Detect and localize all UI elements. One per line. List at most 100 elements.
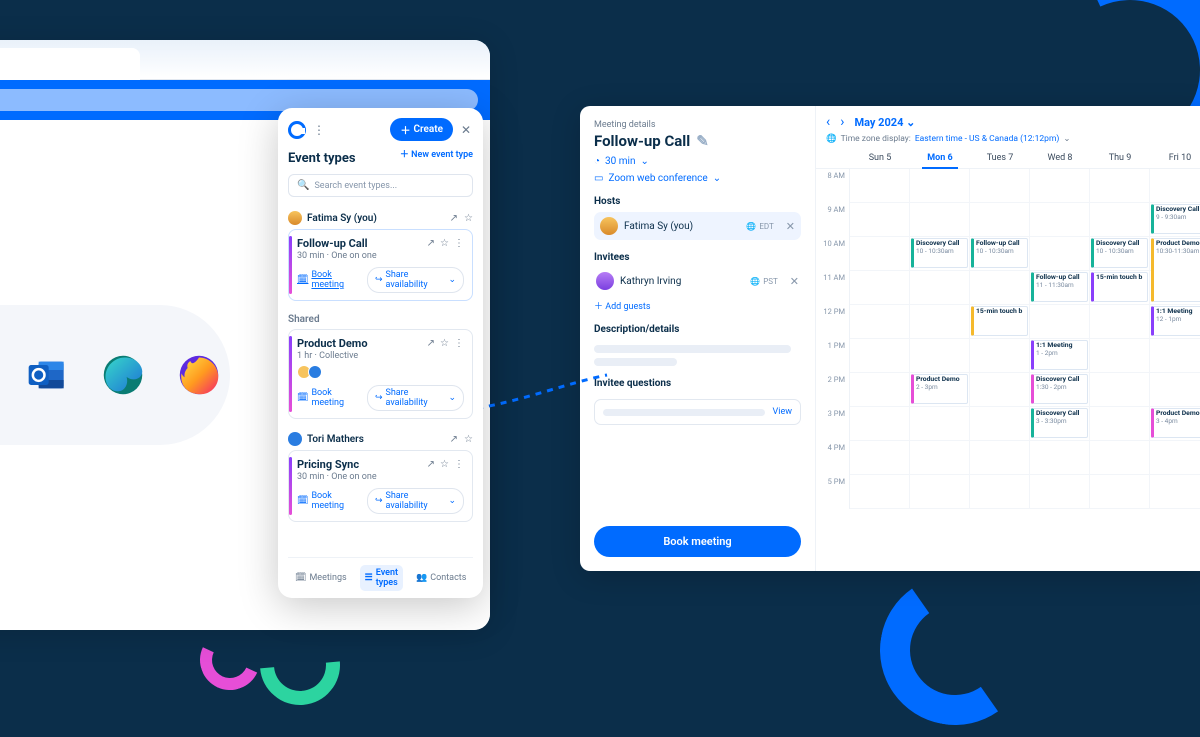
calendar-cell[interactable] xyxy=(850,475,910,509)
calendar-cell[interactable] xyxy=(1090,169,1150,203)
calendar-cell[interactable] xyxy=(910,407,970,441)
calendar-cell[interactable] xyxy=(970,169,1030,203)
day-header[interactable]: Tues 7 xyxy=(970,148,1030,168)
close-icon[interactable]: ✕ xyxy=(459,123,473,137)
book-meeting-button[interactable]: Book meeting xyxy=(594,526,801,557)
book-meeting-link[interactable]: 🗓Book meeting xyxy=(297,388,361,408)
calendar-event[interactable]: Follow-up Call11 - 11:30am xyxy=(1031,272,1088,302)
calendar-cell[interactable]: Discovery Call9 - 9:30am xyxy=(1150,203,1200,237)
calendar-cell[interactable] xyxy=(850,373,910,407)
timezone-selector[interactable]: 🌐 Time zone display: Eastern time - US &… xyxy=(826,134,1200,144)
calendar-cell[interactable] xyxy=(910,203,970,237)
card-menu-icon[interactable]: ⋮ xyxy=(454,238,464,249)
calendar-cell[interactable] xyxy=(850,407,910,441)
book-meeting-link[interactable]: 🗓Book meeting xyxy=(297,270,361,290)
calendar-cell[interactable]: Discovery Call10 - 10:30am xyxy=(910,237,970,271)
calendar-cell[interactable] xyxy=(970,203,1030,237)
calendar-cell[interactable]: 15-min touch b xyxy=(970,305,1030,339)
calendar-cell[interactable] xyxy=(970,373,1030,407)
calendar-event[interactable]: 15-min touch b xyxy=(1091,272,1148,302)
next-month-button[interactable]: › xyxy=(840,114,844,130)
calendar-cell[interactable] xyxy=(1090,305,1150,339)
invitee-questions-box[interactable]: View xyxy=(594,399,801,425)
prev-month-button[interactable]: ‹ xyxy=(826,114,830,130)
search-input[interactable]: 🔍 Search event types... xyxy=(288,174,473,197)
calendar-event[interactable]: 1:1 Meeting1 - 2pm xyxy=(1031,340,1088,370)
card-menu-icon[interactable]: ⋮ xyxy=(454,459,464,470)
calendar-cell[interactable] xyxy=(1030,237,1090,271)
calendar-cell[interactable] xyxy=(850,203,910,237)
calendar-event[interactable]: Product Demo2 - 3pm xyxy=(911,374,968,404)
calendar-event[interactable]: 1:1 Meeting12 - 1pm xyxy=(1151,306,1200,336)
calendar-cell[interactable] xyxy=(1030,441,1090,475)
calendar-cell[interactable] xyxy=(970,271,1030,305)
calendar-cell[interactable] xyxy=(1090,373,1150,407)
owner-row-tori[interactable]: Tori Mathers ↗☆ xyxy=(288,432,473,446)
invitee-row[interactable]: Kathryn Irving 🌐PST ✕ xyxy=(594,268,801,294)
calendar-cell[interactable] xyxy=(850,169,910,203)
calendar-event[interactable]: 15-min touch b xyxy=(971,306,1028,336)
calendar-cell[interactable] xyxy=(910,271,970,305)
share-availability-button[interactable]: ↪Share availability ⌄ xyxy=(367,267,464,293)
edit-icon[interactable]: ✎ xyxy=(696,132,709,150)
calendar-event[interactable]: Follow-up Call10 - 10:30am xyxy=(971,238,1028,268)
remove-host-icon[interactable]: ✕ xyxy=(786,220,795,233)
calendar-cell[interactable] xyxy=(850,271,910,305)
calendar-event[interactable]: Discovery Call10 - 10:30am xyxy=(911,238,968,268)
day-header[interactable]: Thu 9 xyxy=(1090,148,1150,168)
nav-event-types[interactable]: ☰Event types xyxy=(360,565,403,591)
calendar-cell[interactable] xyxy=(1150,339,1200,373)
calendar-cell[interactable] xyxy=(1150,475,1200,509)
calendar-cell[interactable] xyxy=(850,441,910,475)
calendar-cell[interactable] xyxy=(1030,475,1090,509)
calendar-grid[interactable]: 8 AM9 AMDiscovery Call9 - 9:30am10 AMDis… xyxy=(816,169,1200,571)
open-external-icon[interactable]: ↗ xyxy=(450,213,458,224)
location-selector[interactable]: ▭Zoom web conference ⌄ xyxy=(594,173,801,184)
calendar-cell[interactable] xyxy=(1090,203,1150,237)
calendar-cell[interactable] xyxy=(850,305,910,339)
create-button[interactable]: ＋Create xyxy=(390,118,453,141)
calendar-cell[interactable]: 1:1 Meeting1 - 2pm xyxy=(1030,339,1090,373)
calendar-cell[interactable]: Follow-up Call11 - 11:30am xyxy=(1030,271,1090,305)
day-header[interactable]: Sun 5 xyxy=(850,148,910,168)
event-type-card-demo[interactable]: Product Demo ↗☆⋮ 1 hr · Collective 🗓Book… xyxy=(288,329,473,419)
calendar-cell[interactable]: Follow-up Call10 - 10:30am xyxy=(970,237,1030,271)
calendar-cell[interactable] xyxy=(1090,441,1150,475)
calendar-cell[interactable] xyxy=(1090,475,1150,509)
owner-row-fatima[interactable]: Fatima Sy (you) ↗☆ xyxy=(288,211,473,225)
calendar-cell[interactable] xyxy=(1150,169,1200,203)
calendar-event[interactable]: Discovery Call10 - 10:30am xyxy=(1091,238,1148,268)
calendar-cell[interactable]: Product Demo2 - 3pm xyxy=(910,373,970,407)
calendar-cell[interactable] xyxy=(970,475,1030,509)
calendar-cell[interactable] xyxy=(1150,373,1200,407)
calendar-cell[interactable] xyxy=(910,169,970,203)
share-availability-button[interactable]: ↪Share availability ⌄ xyxy=(367,385,464,411)
calendar-cell[interactable] xyxy=(910,441,970,475)
calendar-cell[interactable] xyxy=(910,305,970,339)
new-event-type-link[interactable]: ＋ New event type xyxy=(400,147,473,160)
card-menu-icon[interactable]: ⋮ xyxy=(454,338,464,349)
calendar-cell[interactable]: Discovery Call3 - 3:30pm xyxy=(1030,407,1090,441)
calendar-cell[interactable] xyxy=(910,475,970,509)
share-availability-button[interactable]: ↪Share availability ⌄ xyxy=(367,488,464,514)
calendar-cell[interactable] xyxy=(1090,407,1150,441)
calendar-event[interactable]: Discovery Call9 - 9:30am xyxy=(1151,204,1200,234)
calendar-cell[interactable] xyxy=(1090,339,1150,373)
calendar-cell[interactable]: Discovery Call10 - 10:30am xyxy=(1090,237,1150,271)
calendar-cell[interactable] xyxy=(1150,271,1200,305)
calendar-cell[interactable] xyxy=(970,339,1030,373)
calendar-cell[interactable] xyxy=(1030,169,1090,203)
calendar-event[interactable]: Discovery Call3 - 3:30pm xyxy=(1031,408,1088,438)
calendar-cell[interactable] xyxy=(850,339,910,373)
duration-selector[interactable]: ◔30 min ⌄ xyxy=(594,156,801,167)
calendar-cell[interactable] xyxy=(970,441,1030,475)
calendar-cell[interactable]: Discovery Call1:30 - 2pm xyxy=(1030,373,1090,407)
calendar-cell[interactable]: 15-min touch b xyxy=(1090,271,1150,305)
open-external-icon[interactable]: ↗ xyxy=(450,434,458,445)
day-header[interactable]: Fri 10 xyxy=(1150,148,1200,168)
calendar-cell[interactable] xyxy=(970,407,1030,441)
day-header[interactable]: Mon 6 xyxy=(910,148,970,168)
calendar-cell[interactable]: Product Demo3 - 4pm xyxy=(1150,407,1200,441)
month-picker[interactable]: May 2024 ⌄ xyxy=(854,116,915,129)
event-type-card-followup[interactable]: Follow-up Call ↗☆⋮ 30 min · One on one 🗓… xyxy=(288,229,473,301)
